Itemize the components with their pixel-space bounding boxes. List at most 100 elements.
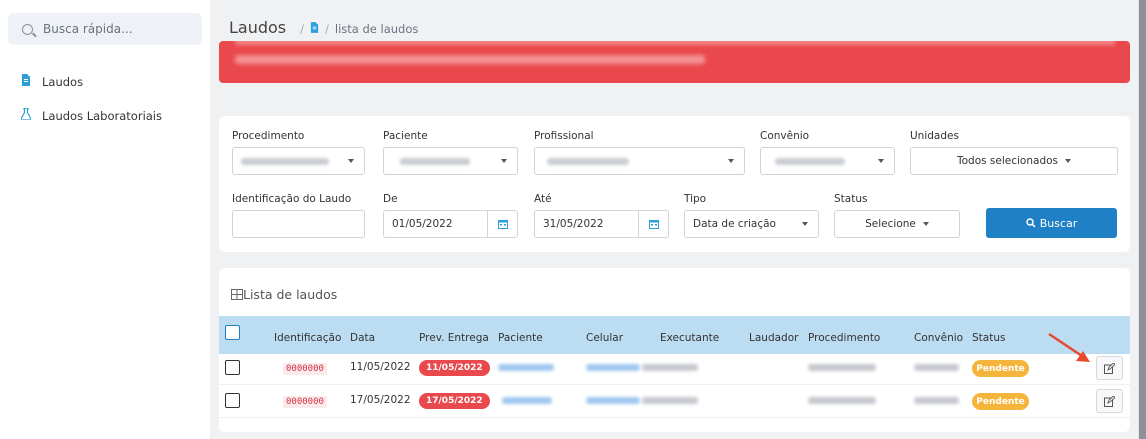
paciente-blurred (498, 364, 554, 371)
caret-down-icon (1065, 159, 1072, 163)
sidebar: Busca rápida... Laudos Laudos Laboratori… (0, 0, 210, 439)
table-row: 0000000 17/05/2022 17/05/2022 Pendente (219, 385, 1130, 418)
column-header[interactable]: Data (350, 332, 375, 344)
de-value: 01/05/2022 (392, 218, 453, 230)
ate-label: Até (534, 193, 552, 205)
executante-blurred (642, 397, 698, 404)
prev-entrega-badge: 11/05/2022 (419, 360, 490, 376)
table-row: 0000000 11/05/2022 11/05/2022 Pendente (219, 352, 1130, 385)
breadcrumb-separator: / (325, 22, 329, 36)
calendar-icon[interactable] (638, 211, 668, 237)
status-badge: Pendente (972, 393, 1029, 410)
flask-icon (20, 107, 32, 123)
edit-button[interactable] (1096, 389, 1123, 413)
edit-button[interactable] (1096, 356, 1123, 380)
profissional-select[interactable] (534, 147, 745, 175)
caret-down-icon (922, 222, 929, 226)
chevron-down-icon (728, 159, 734, 163)
paciente-blurred (502, 397, 552, 404)
edit-icon (1104, 395, 1115, 407)
sidebar-item-label: Laudos Laboratoriais (42, 108, 162, 123)
row-checkbox[interactable] (225, 393, 240, 408)
procedimento-blurred (808, 397, 876, 404)
celular-blurred (586, 364, 640, 371)
status-badge: Pendente (972, 360, 1029, 377)
sidebar-item-laudos[interactable]: Laudos (20, 74, 83, 89)
tipo-label: Tipo (684, 193, 707, 205)
status-select[interactable]: Selecione (834, 210, 960, 238)
column-header[interactable]: Status (972, 332, 1005, 344)
identificacao-code[interactable]: 0000000 (283, 363, 327, 375)
breadcrumb-current: lista de laudos (334, 22, 419, 36)
tipo-value: Data de criação (693, 218, 776, 230)
procedimento-label: Procedimento (232, 130, 305, 142)
column-header[interactable]: Celular (586, 332, 623, 344)
column-header[interactable]: Procedimento (808, 332, 880, 344)
procedimento-blurred (808, 364, 876, 371)
status-label: Status (834, 193, 868, 205)
column-header[interactable]: Executante (660, 332, 719, 344)
identificacao-code[interactable]: 0000000 (283, 396, 327, 408)
buscar-button[interactable]: Buscar (986, 208, 1117, 238)
sidebar-item-label: Laudos (42, 74, 84, 89)
celular-blurred (586, 397, 640, 404)
lista-title-text: Lista de laudos (243, 287, 338, 302)
procedimento-select[interactable] (232, 147, 365, 175)
document-icon (310, 22, 319, 36)
table-icon (231, 289, 243, 300)
search-input[interactable]: Busca rápida... (8, 13, 202, 45)
column-header[interactable]: Prev. Entrega (419, 332, 489, 344)
paciente-label: Paciente (383, 130, 428, 142)
column-header[interactable]: Paciente (498, 332, 543, 344)
ate-value: 31/05/2022 (543, 218, 604, 230)
breadcrumb: Laudos / / lista de laudos (229, 18, 418, 37)
paciente-select[interactable] (383, 147, 518, 175)
identificacao-input[interactable] (232, 210, 365, 238)
breadcrumb-separator: / (300, 22, 305, 36)
sidebar-item-laudos-laboratoriais[interactable]: Laudos Laboratoriais (20, 107, 162, 123)
column-header[interactable]: Laudador (749, 332, 798, 344)
search-icon (1025, 218, 1036, 228)
unidades-label: Unidades (910, 130, 959, 142)
convenio-blurred (914, 397, 959, 404)
profissional-label: Profissional (534, 130, 594, 142)
chevron-down-icon (802, 222, 808, 226)
convenio-blurred (914, 364, 959, 371)
chevron-down-icon (501, 159, 507, 163)
executante-blurred (642, 364, 698, 371)
data-cell: 11/05/2022 (350, 361, 411, 373)
de-date-input[interactable]: 01/05/2022 (383, 210, 518, 238)
calendar-icon[interactable] (487, 211, 517, 237)
convenio-label: Convênio (760, 130, 810, 142)
buscar-label: Buscar (1039, 216, 1078, 230)
chevron-down-icon (878, 159, 884, 163)
page-title: Laudos (229, 18, 287, 37)
alert-text-blurred (235, 41, 1115, 45)
ate-date-input[interactable]: 31/05/2022 (534, 210, 669, 238)
identificacao-label: Identificação do Laudo (232, 193, 352, 205)
convenio-select[interactable] (760, 147, 895, 175)
de-label: De (383, 193, 398, 205)
lista-card: Lista de laudos Identificação Data Prev.… (219, 268, 1130, 432)
chevron-down-icon (348, 159, 354, 163)
column-header[interactable]: Identificação (274, 332, 341, 344)
select-all-checkbox[interactable] (225, 325, 240, 340)
unidades-select[interactable]: Todos selecionados (910, 147, 1118, 175)
document-icon (20, 74, 32, 89)
filters-card: Procedimento Paciente Profissional Convê… (219, 116, 1130, 252)
lista-title: Lista de laudos (231, 287, 337, 302)
tipo-select[interactable]: Data de criação (684, 210, 819, 238)
unidades-value: Todos selecionados (956, 155, 1059, 167)
table-header: Identificação Data Prev. Entrega Pacient… (219, 316, 1130, 354)
annotation-arrow-icon (1048, 332, 1090, 362)
scrollbar[interactable] (1138, 0, 1146, 439)
data-cell: 17/05/2022 (350, 394, 411, 406)
row-checkbox[interactable] (225, 360, 240, 375)
column-header[interactable]: Convênio (914, 332, 963, 344)
main-content: Laudos / / lista de laudos Procedimento … (210, 0, 1138, 439)
alert-banner (219, 41, 1130, 83)
prev-entrega-badge: 17/05/2022 (419, 393, 490, 409)
status-value: Selecione (865, 218, 916, 230)
alert-text-blurred (235, 55, 705, 64)
edit-icon (1104, 362, 1115, 374)
